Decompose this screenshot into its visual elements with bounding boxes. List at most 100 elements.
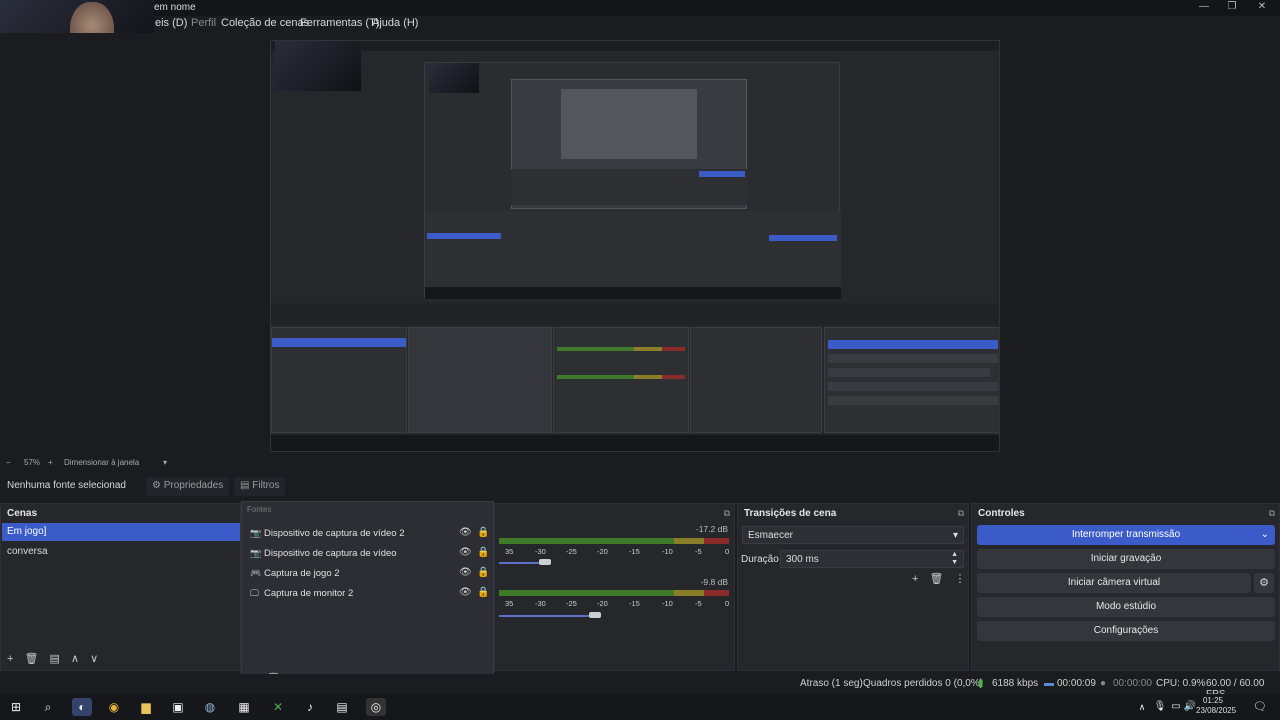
search-icon[interactable]: ⌕ <box>38 698 58 716</box>
source-item[interactable]: 🖵 Captura de monitor 2 👁 🔒 <box>248 586 489 604</box>
filter-icon: ▤ <box>240 480 253 491</box>
store-icon[interactable]: ▣ <box>168 698 188 716</box>
camera-icon: 📷 <box>250 528 262 538</box>
zoom-in-button[interactable]: + <box>48 458 53 467</box>
volume-slider-handle[interactable] <box>589 612 601 618</box>
nested-sources <box>408 327 552 433</box>
taskbar-clock[interactable]: 01:25 23/08/2025 <box>1196 696 1237 716</box>
move-scene-up-button[interactable]: ∧ <box>71 653 79 665</box>
source-label: Captura de jogo 2 <box>264 568 340 579</box>
selected-source-label: Nenhuma fonte selecionad <box>7 480 126 491</box>
app-icon[interactable]: ▤ <box>332 698 352 716</box>
lock-icon[interactable]: 🔒 <box>477 567 489 578</box>
zoom-out-button[interactable]: − <box>6 458 11 467</box>
menu-profile[interactable]: Perfil <box>191 17 216 29</box>
gear-icon: ⚙ <box>152 480 164 491</box>
source-item[interactable]: 📷 Dispositivo de captura de vídeo 2 👁 🔒 <box>248 526 489 544</box>
source-item[interactable]: 📷 Dispositivo de captura de vídeo 👁 🔒 <box>248 546 489 564</box>
volume-meter <box>499 538 729 544</box>
add-scene-button[interactable]: + <box>7 653 13 665</box>
xbox-icon[interactable]: ✕ <box>268 698 288 716</box>
properties-button[interactable]: ⚙ Propriedades <box>146 477 230 496</box>
filters-button[interactable]: ▤ Filtros <box>234 477 286 496</box>
menu-scenes[interactable]: eis (D) <box>155 17 187 29</box>
title-bar: em nome — ❐ ✕ <box>0 0 1280 16</box>
sources-title: Fontes <box>247 505 272 514</box>
folder-icon[interactable]: ▆ <box>136 698 156 716</box>
menu-tools[interactable]: Ferramentas (T) <box>300 17 379 29</box>
obs-icon[interactable]: ◎ <box>366 698 386 716</box>
lock-icon[interactable]: 🔒 <box>477 527 489 538</box>
duration-label: Duração <box>741 554 779 565</box>
eye-icon[interactable]: 👁 <box>459 567 472 578</box>
delete-scene-button[interactable]: 🗑 <box>25 653 39 665</box>
app-icon-active[interactable]: ◐ <box>72 698 92 716</box>
chrome-icon[interactable]: ◉ <box>104 698 124 716</box>
zoom-mode[interactable]: Dimensionar à janela <box>64 458 139 467</box>
delete-transition-button[interactable]: 🗑 <box>930 573 944 585</box>
chevron-up-icon[interactable]: ∧ <box>1132 698 1152 716</box>
scene-item[interactable]: Em jogo] <box>2 523 240 541</box>
source-item[interactable]: 🎮 Captura de jogo 2 👁 🔒 <box>248 566 489 584</box>
camera-icon: 📷 <box>250 548 262 558</box>
move-scene-down-button[interactable]: ∨ <box>90 653 98 665</box>
studio-mode-button[interactable]: Modo estúdio <box>977 597 1275 617</box>
status-bar: Atraso (1 seg) Quadros perdidos 0 (0,0%)… <box>0 674 1280 700</box>
filters-label: Filtros <box>252 480 280 491</box>
notification-icon[interactable]: 🗨 <box>1250 698 1270 716</box>
stop-streaming-button[interactable]: Interromper transmissão ⌄ <box>977 525 1275 545</box>
sources-dock: Fontes 📷 Dispositivo de captura de vídeo… <box>241 501 494 689</box>
add-transition-button[interactable]: + <box>912 573 918 585</box>
start-recording-button[interactable]: Iniciar gravação <box>977 549 1275 569</box>
gear-icon[interactable]: ⚙ <box>1254 573 1274 593</box>
windows-start-icon[interactable]: ⊞ <box>6 698 26 716</box>
restore-icon[interactable]: ❐ <box>1216 0 1248 16</box>
nested-scene-active <box>272 338 406 347</box>
lock-icon[interactable]: 🔒 <box>477 587 489 598</box>
steam-icon[interactable]: ◍ <box>200 698 220 716</box>
bitrate-status: 6188 kbps <box>992 678 1039 689</box>
menu-bar: eis (D) Perfil Coleção de cenas Ferramen… <box>0 16 1280 33</box>
settings-button[interactable]: Configurações <box>977 621 1275 641</box>
dock-float-icon[interactable]: ⧉ <box>1269 508 1275 519</box>
chevron-down-icon[interactable]: ⌄ <box>1261 525 1269 545</box>
eye-icon[interactable]: 👁 <box>459 547 472 558</box>
transition-selected-value: Esmaecer <box>748 530 794 541</box>
recursive-scene-active <box>427 233 501 239</box>
eye-icon[interactable]: 👁 <box>459 527 472 538</box>
zoom-level: 57% <box>24 458 41 467</box>
gamepad-icon: 🎮 <box>250 568 262 578</box>
dock-float-icon[interactable]: ⧉ <box>958 508 964 519</box>
tiktok-icon[interactable]: ♪ <box>300 698 320 716</box>
duration-input[interactable]: 300 ms ▲ ▼ <box>780 550 964 568</box>
scene-item[interactable]: conversa <box>2 543 240 561</box>
transition-select[interactable]: Esmaecer ▾ <box>742 526 964 544</box>
nested-btn-1 <box>828 354 998 363</box>
volume-slider-handle[interactable] <box>539 559 551 565</box>
dock-float-icon[interactable]: ⧉ <box>724 508 730 519</box>
menu-help[interactable]: Ajuda (H) <box>372 17 418 29</box>
nested-mixer <box>553 327 689 433</box>
nested-webcam <box>275 41 361 91</box>
chevron-down-icon[interactable]: ▾ <box>163 458 167 467</box>
scenes-title: Cenas <box>7 508 38 519</box>
channel-db: -9.8 dB <box>700 577 728 587</box>
menu-scene-collection[interactable]: Coleção de cenas <box>221 17 309 29</box>
duration-value: 300 ms <box>786 554 819 565</box>
clock-date: 23/08/2025 <box>1196 706 1237 715</box>
app-icon[interactable]: ▦ <box>234 698 254 716</box>
stepper-icon[interactable]: ▲ ▼ <box>951 551 958 567</box>
volume-meter <box>499 590 729 596</box>
preview-recursive-capture <box>424 62 841 299</box>
eye-icon[interactable]: 👁 <box>459 587 472 598</box>
source-label: Captura de monitor 2 <box>264 588 354 599</box>
scene-filters-button[interactable]: ▤ <box>50 653 60 665</box>
recursive-stream-btn <box>769 235 837 241</box>
lock-icon[interactable]: 🔒 <box>477 547 489 558</box>
transition-toolbar: + 🗑 ⋮ <box>912 572 966 585</box>
volume-slider[interactable] <box>499 615 599 617</box>
more-icon[interactable]: ⋮ <box>955 573 966 585</box>
monitor-icon: 🖵 <box>250 588 259 598</box>
close-icon[interactable]: ✕ <box>1246 0 1278 16</box>
start-virtual-camera-button[interactable]: Iniciar câmera virtual <box>977 573 1251 593</box>
